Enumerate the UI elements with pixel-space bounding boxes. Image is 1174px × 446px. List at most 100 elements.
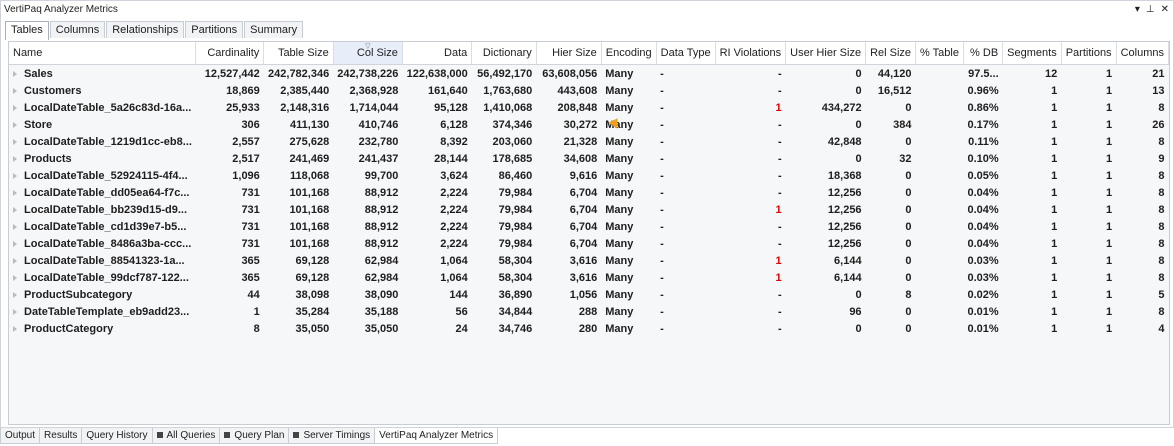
table-row[interactable]: LocalDateTable_bb239d15-d9... 731 101,168 8…	[9, 201, 1169, 218]
cell-data: 8,392	[440, 135, 468, 148]
expand-arrow-icon[interactable]	[13, 274, 17, 281]
column-header-name[interactable]: Name	[9, 42, 197, 65]
expand-arrow-icon[interactable]	[13, 121, 17, 128]
cell-col-size: 99,700	[364, 169, 399, 182]
expand-arrow-icon[interactable]	[13, 325, 17, 332]
cell-col-size: 62,984	[364, 254, 399, 267]
cell-partitions: 1	[1105, 101, 1113, 114]
column-header-label: Partitions	[1065, 47, 1112, 59]
expand-arrow-icon[interactable]	[13, 87, 17, 94]
expand-arrow-icon[interactable]	[13, 138, 17, 145]
bottom-tab-server-timings[interactable]: Server Timings	[288, 428, 376, 444]
close-icon[interactable]: ✕	[1161, 1, 1169, 18]
table-row[interactable]: LocalDateTable_88541323-1a... 365 69,128 62…	[9, 252, 1169, 269]
cell-segments: 1	[1051, 237, 1058, 250]
expand-arrow-icon[interactable]	[13, 291, 17, 298]
table-row[interactable]: LocalDateTable_52924115-4f4... 1,096 118,0…	[9, 167, 1169, 184]
cell-pct-table	[916, 184, 964, 201]
cell-user-hier-size: 0	[855, 67, 862, 80]
cell-cardinality: 365	[241, 254, 260, 267]
cell-ri-violations: -	[777, 67, 782, 80]
table-row[interactable]: LocalDateTable_99dcf787-122... 365 69,128 6…	[9, 269, 1169, 286]
table-row[interactable]: Products 2,517 241,469 241,437 28,144 178,685…	[9, 150, 1169, 167]
dropdown-icon[interactable]: ▾	[1135, 1, 1140, 18]
cell-ri-violations: -	[777, 305, 782, 318]
bottom-tab-vertipaq-analyzer-metrics[interactable]: VertiPaq Analyzer Metrics	[374, 428, 499, 444]
cell-pct-db: 0.01%	[967, 305, 999, 318]
tab-partitions[interactable]: Partitions	[185, 21, 244, 38]
column-header-rel-size[interactable]: Rel Size	[865, 42, 917, 65]
cell-data: 6,128	[440, 118, 468, 131]
bottom-tab-query-history[interactable]: Query History	[81, 428, 153, 444]
column-header-label: % DB	[970, 47, 999, 59]
tab-columns[interactable]: Columns	[49, 21, 106, 38]
bottom-tab-all-queries[interactable]: All Queries	[151, 428, 221, 444]
cell-data-type: -	[660, 271, 664, 284]
column-header-data[interactable]: Data	[402, 42, 473, 65]
expand-arrow-icon[interactable]	[13, 104, 17, 111]
cell-rel-size: 8	[905, 288, 912, 301]
bottom-tab-results[interactable]: Results	[39, 428, 83, 444]
cell-ri-violations: -	[777, 322, 782, 335]
table-row[interactable]: ProductCategory 8 35,050 35,050 24 34,746 280 M…	[9, 320, 1169, 337]
column-header-user-hier-size[interactable]: User Hier Size	[785, 42, 867, 65]
expand-arrow-icon[interactable]	[13, 308, 17, 315]
table-row[interactable]: Store 306 411,130 410,746 6,128 374,346 30,272…	[9, 116, 1169, 133]
column-header-data-type[interactable]: Data Type	[656, 42, 716, 65]
expand-arrow-icon[interactable]	[13, 172, 17, 179]
cell-rel-size: 0	[905, 254, 912, 267]
panel-titlebar: VertiPaq Analyzer Metrics ▾ ⊥ ✕	[1, 1, 1173, 18]
sort-arrow-icon: ▽	[365, 43, 371, 50]
cell-pct-db: 0.96%	[967, 84, 999, 97]
table-row[interactable]: LocalDateTable_cd1d39e7-b5... 731 101,168 8…	[9, 218, 1169, 235]
table-name: LocalDateTable_52924115-4f4...	[24, 169, 188, 182]
expand-arrow-icon[interactable]	[13, 70, 17, 77]
cell-cardinality: 731	[241, 203, 260, 216]
column-header-ri-violations[interactable]: RI Violations	[715, 42, 787, 65]
table-row[interactable]: LocalDateTable_8486a3ba-ccc... 731 101,168…	[9, 235, 1169, 252]
bottom-tab-query-plan[interactable]: Query Plan	[219, 428, 290, 444]
expand-arrow-icon[interactable]	[13, 240, 17, 247]
table-row[interactable]: LocalDateTable_5a26c83d-16a... 25,933 2,14…	[9, 99, 1169, 116]
cell-encoding: Many	[605, 67, 634, 80]
table-row[interactable]: LocalDateTable_dd05ea64-f7c... 731 101,168…	[9, 184, 1169, 201]
table-row[interactable]: LocalDateTable_1219d1cc-eb8... 2,557 275,6…	[9, 133, 1169, 150]
column-header-partitions[interactable]: Partitions	[1061, 42, 1117, 65]
tables-grid[interactable]: Name Cardinality Table Size ▽ Col Size Data Di…	[8, 41, 1170, 425]
cell-segments: 1	[1051, 254, 1058, 267]
cell-encoding: Many	[605, 271, 634, 284]
cell-ri-violations: -	[777, 152, 782, 165]
cell-partitions: 1	[1105, 169, 1113, 182]
column-header-segments[interactable]: Segments	[1002, 42, 1062, 65]
table-row[interactable]: ProductSubcategory 44 38,098 38,090 144 36,89…	[9, 286, 1169, 303]
expand-arrow-icon[interactable]	[13, 155, 17, 162]
cell-table-size: 275,628	[289, 135, 330, 148]
tab-summary[interactable]: Summary	[244, 21, 304, 38]
column-header-pct-db[interactable]: % DB	[963, 42, 1004, 65]
cell-data-type: -	[660, 220, 664, 233]
tab-tables[interactable]: Tables	[5, 21, 49, 40]
cell-dictionary: 36,890	[498, 288, 533, 301]
expand-arrow-icon[interactable]	[13, 257, 17, 264]
tab-relationships[interactable]: Relationships	[106, 21, 185, 38]
column-header-pct-table[interactable]: % Table	[915, 42, 964, 65]
column-header-dictionary[interactable]: Dictionary	[471, 42, 537, 65]
cell-encoding: Many	[605, 220, 634, 233]
column-header-cardinality[interactable]: Cardinality	[195, 42, 265, 65]
column-header-hier-size[interactable]: Hier Size	[536, 42, 602, 65]
cell-cardinality: 2,517	[232, 152, 260, 165]
table-row[interactable]: Customers 18,869 2,385,440 2,368,928 161,640…	[9, 82, 1169, 99]
expand-arrow-icon[interactable]	[13, 223, 17, 230]
table-row[interactable]: DateTableTemplate_eb9add23... 1 35,284 35,1…	[9, 303, 1169, 320]
expand-arrow-icon[interactable]	[13, 189, 17, 196]
column-header-table-size[interactable]: Table Size	[263, 42, 334, 65]
column-header-encoding[interactable]: Encoding	[601, 42, 657, 65]
column-header-col-size[interactable]: ▽ Col Size	[333, 42, 403, 65]
cell-ri-violations: -	[777, 84, 782, 97]
table-row[interactable]: Sales 12,527,442 242,782,346 242,738,226 122…	[9, 65, 1169, 83]
bottom-tab-output[interactable]: Output	[0, 428, 41, 444]
pin-icon[interactable]: ⊥	[1146, 1, 1155, 18]
column-header-columns[interactable]: Columns	[1116, 42, 1169, 65]
expand-arrow-icon[interactable]	[13, 206, 17, 213]
cell-name: Products	[9, 150, 196, 167]
